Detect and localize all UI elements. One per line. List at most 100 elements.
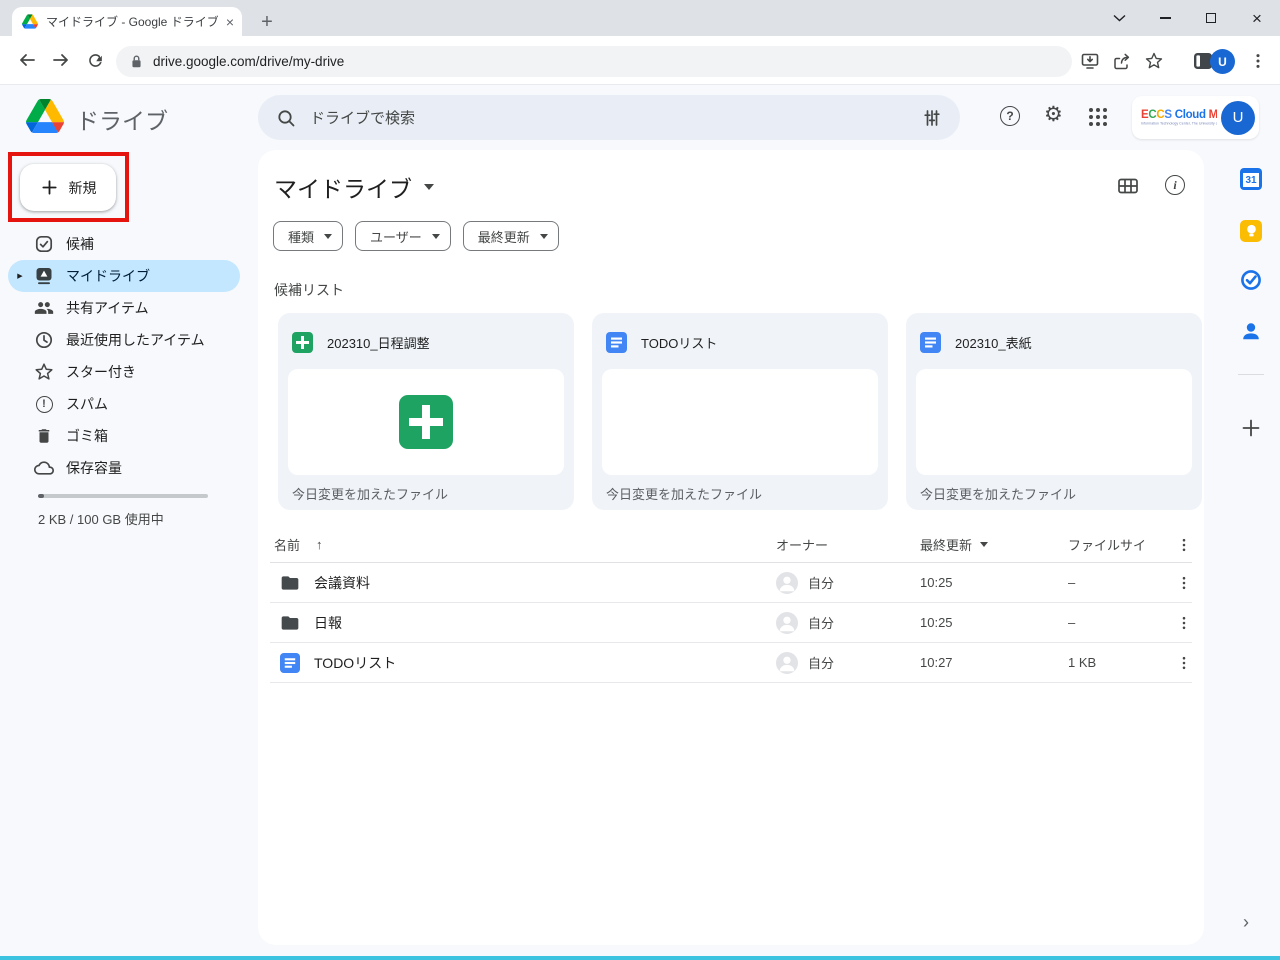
address-bar[interactable]: drive.google.com/drive/my-drive — [116, 46, 1072, 77]
info-icon[interactable]: i — [1165, 175, 1185, 195]
filter-chips: 種類 ユーザー 最終更新 — [273, 221, 559, 251]
lock-icon — [130, 54, 143, 69]
url-text: drive.google.com/drive/my-drive — [153, 54, 344, 69]
forward-button[interactable] — [48, 47, 74, 73]
page-title-dropdown[interactable]: マイドライブ — [274, 170, 434, 204]
row-options-kebab-icon[interactable] — [1176, 575, 1192, 591]
share-icon[interactable] — [1108, 48, 1134, 74]
drive-wordmark: ドライブ — [76, 102, 168, 136]
docs-file-icon — [280, 653, 300, 673]
sheets-file-icon — [292, 332, 313, 353]
grid-view-toggle-icon[interactable] — [1117, 175, 1139, 202]
table-options-kebab-icon[interactable] — [1176, 537, 1192, 553]
spam-exclamation-icon: ! — [34, 394, 54, 414]
column-header-name[interactable]: 名前 ↑ — [270, 535, 776, 554]
column-header-size[interactable]: ファイルサイ — [1068, 535, 1176, 554]
bookmark-star-icon[interactable] — [1141, 48, 1167, 74]
tune-filter-icon[interactable] — [922, 108, 942, 128]
calendar-app-icon[interactable]: 31 — [1240, 168, 1262, 190]
tab-title: マイドライブ - Google ドライブ — [46, 13, 218, 30]
contacts-app-icon[interactable] — [1240, 320, 1262, 342]
browser-profile-avatar[interactable]: U — [1210, 49, 1235, 74]
storage-usage-text: 2 KB / 100 GB 使用中 — [38, 509, 164, 528]
sidebar-item-suggested[interactable]: 候補 — [8, 228, 240, 260]
main-panel: マイドライブ i 種類 ユーザー 最終更新 候補リスト 20 — [258, 150, 1204, 945]
tasks-app-icon[interactable] — [1240, 269, 1262, 291]
row-options-kebab-icon[interactable] — [1176, 655, 1192, 671]
account-badge[interactable]: ECCS Cloud Mail Information Technology C… — [1132, 96, 1259, 139]
column-header-owner[interactable]: オーナー — [776, 535, 920, 554]
filter-chip-type[interactable]: 種類 — [273, 221, 343, 251]
suggested-file-card[interactable]: TODOリスト 今日変更を加えたファイル — [592, 313, 888, 510]
eccs-tagline: Information Technology Center, The Unive… — [1141, 122, 1217, 126]
owner-avatar-icon — [776, 652, 798, 674]
chip-caret-icon — [324, 234, 332, 243]
sidebar-item-spam[interactable]: ! スパム — [8, 388, 240, 420]
sidebar-item-trash[interactable]: ゴミ箱 — [8, 420, 240, 452]
card-footer-text: 今日変更を加えたファイル — [920, 484, 1076, 503]
star-icon — [34, 362, 54, 382]
add-side-panel-app-icon[interactable] — [1240, 417, 1262, 444]
reload-button[interactable] — [82, 47, 108, 73]
sidebar-item-storage[interactable]: 保存容量 — [8, 452, 240, 484]
table-row[interactable]: TODOリスト 自分 10:27 1 KB — [270, 643, 1192, 683]
docs-file-icon — [606, 332, 627, 353]
window-maximize-button[interactable] — [1188, 0, 1234, 36]
card-footer-text: 今日変更を加えたファイル — [606, 484, 762, 503]
google-apps-grid-icon[interactable] — [1089, 108, 1107, 126]
eccs-logo: ECCS Cloud Mail Information Technology C… — [1141, 109, 1217, 127]
account-avatar[interactable]: U — [1221, 101, 1255, 135]
search-input[interactable]: ドライブで検索 — [258, 95, 960, 140]
browser-menu-kebab-icon[interactable] — [1245, 48, 1271, 74]
owner-avatar-icon — [776, 572, 798, 594]
window-chevron-icon[interactable] — [1096, 0, 1142, 36]
suggested-file-card[interactable]: 202310_日程調整 今日変更を加えたファイル — [278, 313, 574, 510]
drive-favicon-icon — [22, 14, 38, 29]
new-tab-button[interactable]: + — [254, 9, 280, 35]
folder-icon — [280, 573, 300, 593]
keep-app-icon[interactable] — [1240, 220, 1262, 242]
check-square-icon — [34, 234, 54, 254]
clock-icon — [34, 330, 54, 350]
help-icon[interactable]: ? — [1000, 106, 1020, 126]
file-preview — [916, 369, 1192, 475]
expand-caret-icon[interactable]: ▶ — [14, 272, 26, 280]
filter-chip-user[interactable]: ユーザー — [355, 221, 451, 251]
file-table: 名前 ↑ オーナー 最終更新 ファイルサイ — [270, 527, 1192, 683]
settings-gear-icon[interactable]: ⚙ — [1044, 104, 1063, 125]
window-close-button[interactable]: × — [1234, 0, 1280, 36]
back-button[interactable] — [14, 47, 40, 73]
new-button-label: 新規 — [69, 178, 97, 198]
tab-close-icon[interactable]: × — [226, 15, 234, 29]
sidebar-item-my-drive[interactable]: ▶ マイドライブ — [8, 260, 240, 292]
sidebar-item-recent[interactable]: 最近使用したアイテム — [8, 324, 240, 356]
plus-icon — [40, 178, 59, 197]
row-options-kebab-icon[interactable] — [1176, 615, 1192, 631]
column-header-modified[interactable]: 最終更新 — [920, 535, 1068, 554]
sidebar-nav: 候補 ▶ マイドライブ 共有アイテム 最近使用したアイテム — [8, 228, 240, 484]
new-button[interactable]: 新規 — [20, 164, 116, 211]
table-row[interactable]: 会議資料 自分 10:25 – — [270, 563, 1192, 603]
page-title: マイドライブ — [274, 170, 412, 204]
install-app-icon[interactable] — [1077, 48, 1103, 74]
sidebar-item-shared[interactable]: 共有アイテム — [8, 292, 240, 324]
file-preview — [288, 369, 564, 475]
drive-logo-icon — [26, 99, 64, 138]
chip-caret-icon — [432, 234, 440, 243]
dropdown-caret-icon — [424, 184, 434, 195]
filter-chip-modified[interactable]: 最終更新 — [463, 221, 559, 251]
browser-tab[interactable]: マイドライブ - Google ドライブ × — [12, 7, 242, 36]
file-preview — [602, 369, 878, 475]
show-side-panel-chevron-icon[interactable]: › — [1243, 912, 1249, 933]
table-header-row: 名前 ↑ オーナー 最終更新 ファイルサイ — [270, 527, 1192, 563]
suggested-file-card[interactable]: 202310_表紙 今日変更を加えたファイル — [906, 313, 1202, 510]
suggestions-section-label: 候補リスト — [274, 280, 344, 300]
storage-progress-bar — [38, 494, 208, 498]
search-placeholder: ドライブで検索 — [310, 107, 908, 128]
folder-icon — [280, 613, 300, 633]
owner-avatar-icon — [776, 612, 798, 634]
window-minimize-button[interactable] — [1142, 0, 1188, 36]
rail-divider — [1238, 374, 1264, 375]
table-row[interactable]: 日報 自分 10:25 – — [270, 603, 1192, 643]
sidebar-item-starred[interactable]: スター付き — [8, 356, 240, 388]
